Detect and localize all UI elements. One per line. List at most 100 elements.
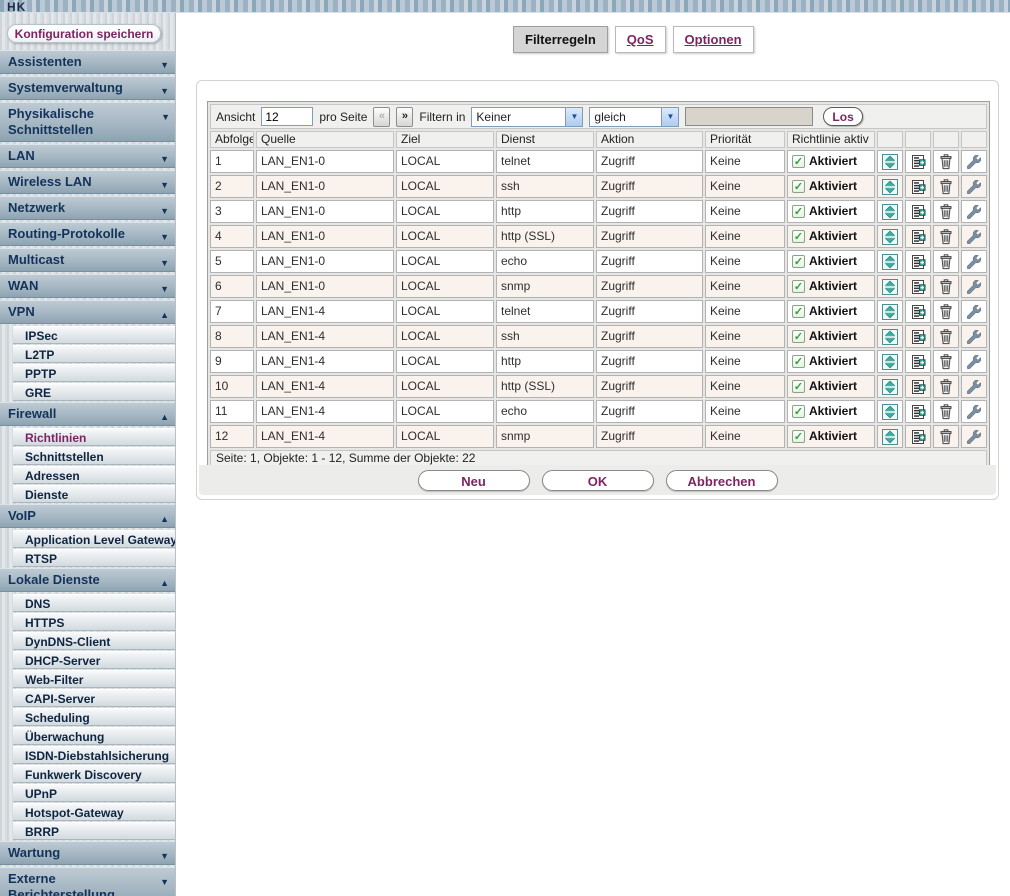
sidebar-item-vpn[interactable]: VPN ▲ [0, 300, 175, 324]
sidebar-item-externe-berichterstellung[interactable]: Externe Berichterstellung ▼ [0, 867, 175, 896]
sidebar-item-dienste[interactable]: Dienste [13, 485, 175, 503]
add-entry-icon[interactable] [905, 425, 931, 448]
trash-icon[interactable] [933, 275, 959, 298]
wrench-icon[interactable] [961, 175, 987, 198]
add-entry-icon[interactable] [905, 325, 931, 348]
checkbox-checked-icon[interactable]: ✓ [792, 280, 805, 293]
wrench-icon[interactable] [961, 325, 987, 348]
trash-icon[interactable] [933, 425, 959, 448]
sidebar-item-dhcp-server[interactable]: DHCP-Server [13, 651, 175, 669]
sidebar-item-ipsec[interactable]: IPSec [13, 326, 175, 344]
wrench-icon[interactable] [961, 375, 987, 398]
per-page-input[interactable] [261, 107, 313, 126]
checkbox-checked-icon[interactable]: ✓ [792, 305, 805, 318]
move-icon[interactable] [877, 275, 903, 298]
sidebar-item-voip[interactable]: VoIP ▲ [0, 504, 175, 528]
sidebar-item-physikalische-schnittstellen[interactable]: Physikalische Schnittstellen ▼ [0, 102, 176, 142]
checkbox-checked-icon[interactable]: ✓ [792, 430, 805, 443]
trash-icon[interactable] [933, 325, 959, 348]
sidebar-item-application-level-gateway[interactable]: Application Level Gateway [13, 530, 175, 548]
wrench-icon[interactable] [961, 150, 987, 173]
checkbox-checked-icon[interactable]: ✓ [792, 330, 805, 343]
sidebar-item-dns[interactable]: DNS [13, 594, 175, 612]
trash-icon[interactable] [933, 300, 959, 323]
sidebar-item-funkwerk-discovery[interactable]: Funkwerk Discovery [13, 765, 175, 783]
move-icon[interactable] [877, 425, 903, 448]
filter-field-select[interactable]: Keiner ▼ [471, 107, 583, 127]
sidebar-item-richtlinien[interactable]: Richtlinien [13, 428, 175, 446]
add-entry-icon[interactable] [905, 200, 931, 223]
sidebar-item-hotspot-gateway[interactable]: Hotspot-Gateway [13, 803, 175, 821]
previous-page-button[interactable]: « [373, 107, 390, 127]
trash-icon[interactable] [933, 175, 959, 198]
add-entry-icon[interactable] [905, 275, 931, 298]
sidebar-item-web-filter[interactable]: Web-Filter [13, 670, 175, 688]
save-configuration-button[interactable]: Konfiguration speichern [7, 24, 161, 43]
wrench-icon[interactable] [961, 200, 987, 223]
sidebar-item-https[interactable]: HTTPS [13, 613, 175, 631]
sidebar-item-pptp[interactable]: PPTP [13, 364, 175, 382]
add-entry-icon[interactable] [905, 175, 931, 198]
next-page-button[interactable]: » [396, 107, 413, 127]
checkbox-checked-icon[interactable]: ✓ [792, 155, 805, 168]
sidebar-item-firewall[interactable]: Firewall ▲ [0, 402, 175, 426]
sidebar-item-l2tp[interactable]: L2TP [13, 345, 175, 363]
checkbox-checked-icon[interactable]: ✓ [792, 180, 805, 193]
trash-icon[interactable] [933, 225, 959, 248]
add-entry-icon[interactable] [905, 150, 931, 173]
trash-icon[interactable] [933, 200, 959, 223]
wrench-icon[interactable] [961, 225, 987, 248]
trash-icon[interactable] [933, 375, 959, 398]
sidebar-item-capi-server[interactable]: CAPI-Server [13, 689, 175, 707]
add-entry-icon[interactable] [905, 350, 931, 373]
checkbox-checked-icon[interactable]: ✓ [792, 255, 805, 268]
abbrechen-button[interactable]: Abbrechen [666, 470, 778, 491]
move-icon[interactable] [877, 375, 903, 398]
tab-optionen[interactable]: Optionen [673, 26, 754, 53]
sidebar-item-schnittstellen[interactable]: Schnittstellen [13, 447, 175, 465]
sidebar-item-wartung[interactable]: Wartung ▼ [0, 841, 175, 865]
sidebar-item-dyndns-client[interactable]: DynDNS-Client [13, 632, 175, 650]
sidebar-item-upnp[interactable]: UPnP [13, 784, 175, 802]
move-icon[interactable] [877, 225, 903, 248]
sidebar-item-systemverwaltung[interactable]: Systemverwaltung ▼ [0, 76, 175, 100]
sidebar-item-gre[interactable]: GRE [13, 383, 175, 401]
filter-operator-select[interactable]: gleich ▼ [589, 107, 679, 127]
sidebar-item-multicast[interactable]: Multicast ▼ [0, 248, 175, 272]
wrench-icon[interactable] [961, 425, 987, 448]
move-icon[interactable] [877, 200, 903, 223]
tab-filterregeln[interactable]: Filterregeln [513, 26, 608, 53]
move-icon[interactable] [877, 400, 903, 423]
checkbox-checked-icon[interactable]: ✓ [792, 355, 805, 368]
add-entry-icon[interactable] [905, 375, 931, 398]
checkbox-checked-icon[interactable]: ✓ [792, 230, 805, 243]
tab-qos[interactable]: QoS [615, 26, 666, 53]
wrench-icon[interactable] [961, 275, 987, 298]
move-icon[interactable] [877, 300, 903, 323]
sidebar-item-routing-protokolle[interactable]: Routing-Protokolle ▼ [0, 222, 175, 246]
trash-icon[interactable] [933, 250, 959, 273]
checkbox-checked-icon[interactable]: ✓ [792, 405, 805, 418]
checkbox-checked-icon[interactable]: ✓ [792, 205, 805, 218]
go-button[interactable]: Los [823, 107, 862, 126]
ok-button[interactable]: OK [542, 470, 654, 491]
sidebar-item-adressen[interactable]: Adressen [13, 466, 175, 484]
wrench-icon[interactable] [961, 350, 987, 373]
wrench-icon[interactable] [961, 300, 987, 323]
sidebar-item-wireless-lan[interactable]: Wireless LAN ▼ [0, 170, 175, 194]
move-icon[interactable] [877, 250, 903, 273]
sidebar-item-brrp[interactable]: BRRP [13, 822, 175, 840]
add-entry-icon[interactable] [905, 300, 931, 323]
move-icon[interactable] [877, 325, 903, 348]
add-entry-icon[interactable] [905, 225, 931, 248]
sidebar-item-scheduling[interactable]: Scheduling [13, 708, 175, 726]
sidebar-item-wan[interactable]: WAN ▼ [0, 274, 175, 298]
wrench-icon[interactable] [961, 250, 987, 273]
filter-value-input[interactable] [685, 107, 813, 126]
move-icon[interactable] [877, 350, 903, 373]
sidebar-item-lan[interactable]: LAN ▼ [0, 144, 175, 168]
sidebar-item-assistenten[interactable]: Assistenten ▼ [0, 50, 175, 74]
sidebar-item-isdn-diebstahlsicherung[interactable]: ISDN-Diebstahlsicherung [13, 746, 175, 764]
wrench-icon[interactable] [961, 400, 987, 423]
trash-icon[interactable] [933, 350, 959, 373]
